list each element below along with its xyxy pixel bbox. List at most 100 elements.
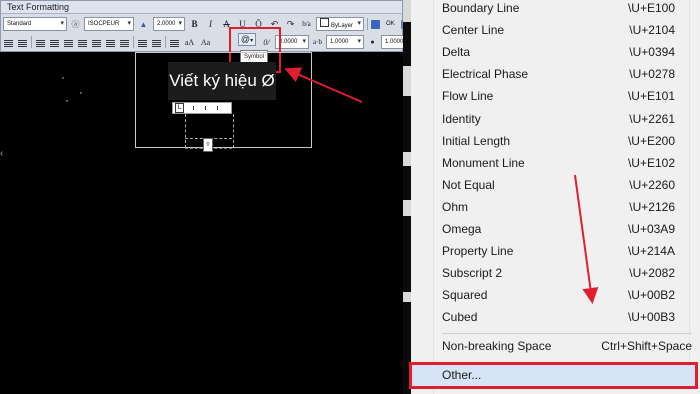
menu-gutter-divider (433, 0, 434, 394)
menu-item-label: Not Equal (442, 177, 495, 192)
menu-item-label: Delta (442, 45, 471, 60)
color-swatch (320, 18, 329, 27)
chevron-left-icon: ‹ (0, 148, 4, 159)
menu-item-label: Cubed (442, 310, 478, 325)
insert-field-icon[interactable] (169, 37, 180, 48)
menu-item-code: \U+03A9 (627, 222, 675, 236)
bold-button[interactable]: B (188, 18, 201, 31)
menu-item-label: Initial Length (442, 133, 511, 148)
menu-item-code: \U+2082 (629, 266, 675, 281)
ruler-tick (193, 106, 194, 110)
menu-item-shortcut: Ctrl+Shift+Space (601, 339, 692, 353)
toolbar-row-2: aA Aa (3, 34, 212, 50)
tracking-input[interactable]: 1.0000 (326, 35, 364, 49)
annotative-icon[interactable]: ▲ (137, 18, 150, 31)
align-left-icon[interactable] (35, 37, 46, 48)
text-formatting-toolbar: Text Formatting Standard ⓐ ISOCPEUR ▲ 2.… (0, 0, 423, 52)
menu-item-cubed[interactable]: Cubed \U+00B3 (442, 306, 688, 328)
columns-icon[interactable] (3, 37, 14, 48)
menu-item-code: \U+2104 (629, 23, 675, 38)
resize-grip[interactable]: ◊ (203, 138, 213, 152)
font-select[interactable]: ISOCPEUR (84, 17, 134, 31)
line-spacing-icon[interactable] (137, 37, 148, 48)
edge-block (403, 0, 411, 22)
menu-item-label: Boundary Line (442, 1, 520, 15)
menu-item-other[interactable]: Other... (409, 362, 698, 389)
menu-item-code: \U+2126 (629, 199, 675, 214)
grid-dot (62, 77, 64, 79)
menu-item-subscript-2[interactable]: Subscript 2 \U+2082 (442, 262, 688, 284)
menu-item-label: Center Line (442, 23, 505, 38)
ruler-icon[interactable] (371, 19, 380, 29)
numbering-icon[interactable] (151, 37, 162, 48)
toolbar-title: Text Formatting (1, 1, 402, 14)
menu-item-squared[interactable]: Squared \U+00B2 (442, 284, 688, 306)
menu-separator (442, 333, 692, 334)
menu-item-electrical-phase[interactable]: Electrical Phase \U+0278 (442, 63, 688, 85)
align-right-icon[interactable] (63, 37, 74, 48)
tracking-icon: a·b (313, 37, 322, 46)
menu-item-boundary-line[interactable]: Boundary Line \U+E100 (442, 0, 688, 19)
align-middle-icon[interactable] (119, 37, 130, 48)
edge-block (403, 200, 411, 216)
menu-item-code: \U+2261 (629, 111, 675, 126)
edge-block (403, 66, 411, 96)
ok-button[interactable]: OK (383, 21, 398, 27)
menu-item-center-line[interactable]: Center Line \U+2104 (442, 19, 688, 41)
menu-item-delta[interactable]: Delta \U+0394 (442, 41, 688, 63)
text-height-select[interactable]: 2.0000 (153, 17, 185, 31)
menu-item-initial-length[interactable]: Initial Length \U+E200 (442, 130, 688, 152)
menu-item-code: \U+00B3 (627, 310, 675, 325)
toolbar-row-2-right: 0/ 0.0000 a·b 1.0000 ● 1.0000 (260, 34, 415, 50)
menu-right-divider (689, 0, 690, 362)
menu-item-code: \U+E102 (627, 155, 675, 170)
align-justify-icon[interactable] (77, 37, 88, 48)
ruler-tick (205, 106, 206, 110)
menu-item-not-equal[interactable]: Not Equal \U+2260 (442, 174, 688, 196)
menu-item-identity[interactable]: Identity \U+2261 (442, 108, 688, 130)
menu-item-label: Flow Line (442, 89, 494, 104)
tab-stop-left[interactable]: L (175, 103, 184, 113)
uppercase-icon[interactable]: aA (183, 36, 196, 49)
style-select[interactable]: Standard (3, 17, 67, 31)
menu-item-ohm[interactable]: Ohm \U+2126 (442, 196, 688, 218)
ruler-tick (217, 106, 218, 110)
align-center-icon[interactable] (49, 37, 60, 48)
grid-dot (66, 100, 68, 102)
color-select[interactable]: ByLayer (316, 17, 364, 31)
menu-item-code: \U+E100 (627, 1, 675, 15)
mtext-content[interactable]: Viết ký hiệu Ø (168, 62, 276, 100)
grid-dot (80, 92, 82, 94)
menu-item-code: \U+00B2 (627, 288, 675, 303)
mtext-ruler[interactable]: L (172, 102, 232, 114)
align-top-icon[interactable] (105, 37, 116, 48)
menu-item-label: Electrical Phase (442, 67, 529, 82)
width-factor-icon: ● (370, 37, 375, 46)
menu-item-code: \U+214A (627, 244, 675, 259)
lowercase-icon[interactable]: Aa (199, 36, 212, 49)
italic-button[interactable]: I (204, 18, 217, 31)
justification-icon[interactable] (17, 37, 28, 48)
menu-item-non-breaking-space[interactable]: Non-breaking Space Ctrl+Shift+Space (442, 335, 692, 357)
edge-block (403, 292, 411, 302)
stack-icon[interactable]: b/a (300, 18, 313, 31)
menu-item-code: \U+0278 (629, 67, 675, 82)
menu-item-omega[interactable]: Omega \U+03A9 (442, 218, 688, 240)
menu-item-flow-line[interactable]: Flow Line \U+E101 (442, 85, 688, 107)
toolbar-row-1: Standard ⓐ ISOCPEUR ▲ 2.0000 B I A U Ō ↶… (3, 16, 426, 32)
edge-block (403, 152, 411, 166)
menu-item-code: \U+0394 (629, 45, 675, 60)
separator (133, 36, 134, 48)
color-label: ByLayer (331, 23, 354, 29)
redo-icon[interactable]: ↷ (284, 18, 297, 31)
distribute-icon[interactable] (91, 37, 102, 48)
menu-item-label: Non-breaking Space (442, 339, 552, 353)
separator (165, 36, 166, 48)
separator (31, 36, 32, 48)
menu-item-monument-line[interactable]: Monument Line \U+E102 (442, 152, 688, 174)
menu-item-label: Ohm (442, 199, 469, 214)
menu-item-label: Subscript 2 (442, 266, 503, 281)
menu-gutter (411, 0, 433, 394)
menu-item-label: Identity (442, 111, 481, 126)
menu-item-property-line[interactable]: Property Line \U+214A (442, 240, 688, 262)
